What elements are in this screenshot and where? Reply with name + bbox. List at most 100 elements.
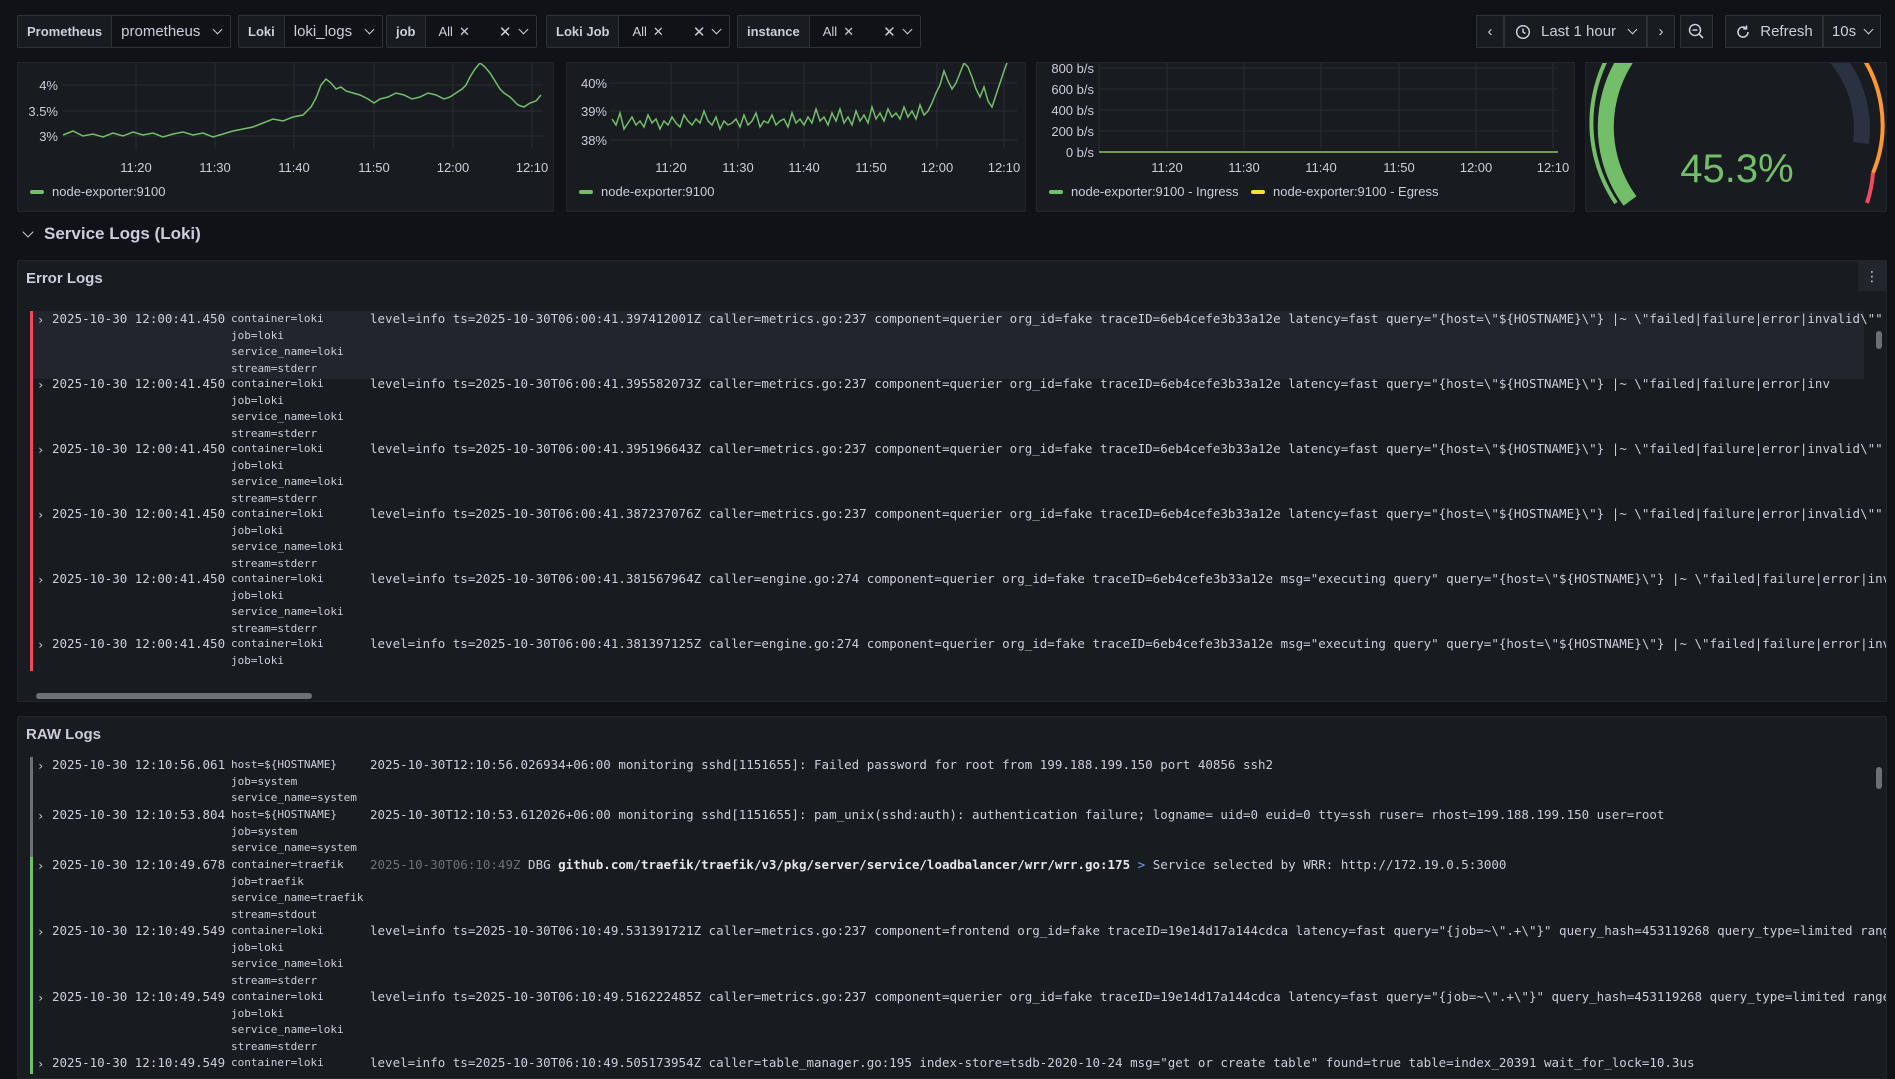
log-label: container=loki <box>231 572 324 585</box>
chip-remove-icon[interactable]: ✕ <box>843 24 854 40</box>
log-message: level=info ts=2025-10-30T06:10:49.531391… <box>370 923 1886 938</box>
time-range-picker[interactable]: Last 1 hour <box>1504 15 1647 48</box>
cpu-x-tick: 11:30 <box>199 160 231 175</box>
vertical-scrollbar[interactable] <box>1876 331 1882 349</box>
log-message-level: DBG <box>528 857 551 872</box>
log-row[interactable]: › 2025-10-30 12:10:49.678 container=traefi… <box>30 857 1864 925</box>
expand-chevron-icon[interactable]: › <box>37 808 44 825</box>
log-row[interactable]: › 2025-10-30 12:00:41.450 container=loki jo… <box>30 636 1886 671</box>
log-label: stream=stderr <box>231 1039 318 1053</box>
log-timestamp: 2025-10-30 12:10:56.061 <box>52 757 226 772</box>
error-logs-panel: Error Logs ⋮ › 2025-10-30 12:00:41.450 con… <box>17 260 1887 702</box>
vertical-scrollbar[interactable] <box>1876 767 1882 789</box>
log-level-bar <box>30 807 33 859</box>
log-label: container=traefik <box>231 858 344 871</box>
network-x-tick: 12:00 <box>1460 160 1493 175</box>
log-row[interactable]: › 2025-10-30 12:00:41.450 container=loki jo… <box>30 441 1886 509</box>
log-timestamp: 2025-10-30 12:10:49.549 <box>52 923 226 938</box>
memory-y-tick: 38% <box>581 133 607 148</box>
loki-job-chip-value: All <box>632 24 647 39</box>
memory-x-tick: 12:10 <box>988 160 1021 175</box>
chip-remove-icon[interactable]: ✕ <box>459 24 470 40</box>
instance-select[interactable]: All ✕ ✕ <box>809 16 920 47</box>
memory-x-tick: 11:40 <box>788 160 820 175</box>
log-labels: host=${HOSTNAME} job=system service_name=s… <box>231 807 357 857</box>
clear-icon[interactable]: ✕ <box>499 23 512 41</box>
log-label: container=loki <box>231 990 324 1003</box>
legend-swatch <box>30 189 44 194</box>
refresh-button[interactable]: Refresh <box>1725 15 1823 48</box>
log-label: service_name=loki <box>231 605 344 618</box>
log-message: level=info ts=2025-10-30T06:00:41.387237… <box>370 506 1886 521</box>
chevron-left-icon: ‹ <box>1487 23 1493 40</box>
time-forward-button[interactable]: › <box>1647 15 1675 48</box>
log-message: level=info ts=2025-10-30T06:00:41.381397… <box>370 636 1886 651</box>
expand-chevron-icon[interactable]: › <box>37 924 44 941</box>
log-timestamp: 2025-10-30 12:00:41.450 <box>52 506 226 521</box>
log-label: stream=stderr <box>231 426 318 440</box>
memory-x-tick: 11:50 <box>855 160 887 175</box>
loki-job-variable: Loki Job All ✕ ✕ <box>546 15 731 48</box>
log-row[interactable]: › 2025-10-30 12:00:41.450 container=loki jo… <box>30 376 1864 444</box>
time-back-button[interactable]: ‹ <box>1476 15 1504 48</box>
instance-variable: instance All ✕ ✕ <box>737 15 921 48</box>
log-message-arrow: > <box>1137 857 1146 872</box>
clear-icon[interactable]: ✕ <box>693 23 706 41</box>
network-legend-egress[interactable]: node-exporter:9100 - Egress <box>1251 184 1438 199</box>
log-row[interactable]: › 2025-10-30 12:10:49.549 container=loki jo… <box>30 923 1886 991</box>
network-y-tick: 600 b/s <box>1051 82 1094 97</box>
zoom-out-button[interactable] <box>1680 15 1713 48</box>
log-timestamp: 2025-10-30 12:00:41.450 <box>52 376 226 391</box>
expand-chevron-icon[interactable]: › <box>37 990 44 1007</box>
log-row[interactable]: › 2025-10-30 12:10:49.549 container=loki le… <box>30 1055 1864 1074</box>
expand-chevron-icon[interactable]: › <box>37 1056 44 1073</box>
log-label: service_name=traefik <box>231 891 364 904</box>
chip-remove-icon[interactable]: ✕ <box>653 24 664 40</box>
expand-chevron-icon[interactable]: › <box>37 572 44 589</box>
log-message: level=info ts=2025-10-30T06:10:49.516222… <box>370 989 1886 1004</box>
log-level-bar <box>30 857 33 925</box>
chevron-down-icon <box>518 24 528 35</box>
refresh-interval-select[interactable]: 10s <box>1823 15 1881 48</box>
prometheus-variable: Prometheus prometheus <box>17 15 232 48</box>
log-row[interactable]: › 2025-10-30 12:10:56.061 host=${HOSTNAME}… <box>30 757 1864 809</box>
expand-chevron-icon[interactable]: › <box>37 758 44 775</box>
log-message: level=info ts=2025-10-30T06:10:49.505173… <box>370 1055 1695 1070</box>
row-title: Service Logs (Loki) <box>44 224 201 243</box>
network-y-tick: 200 b/s <box>1051 124 1094 139</box>
job-select[interactable]: All ✕ ✕ <box>425 16 536 47</box>
log-label: job=loki <box>231 588 284 602</box>
expand-chevron-icon[interactable]: › <box>37 507 44 524</box>
cpu-legend[interactable]: node-exporter:9100 <box>30 184 165 199</box>
log-label: container=loki <box>231 377 324 390</box>
log-level-bar <box>30 989 33 1057</box>
expand-chevron-icon[interactable]: › <box>37 442 44 459</box>
memory-x-tick: 11:30 <box>722 160 754 175</box>
clear-icon[interactable]: ✕ <box>883 23 896 41</box>
network-grid <box>1098 63 1558 152</box>
log-row[interactable]: › 2025-10-30 12:00:41.450 container=loki jo… <box>30 311 1886 379</box>
cpu-legend-label: node-exporter:9100 <box>52 184 166 199</box>
log-label: host=${HOSTNAME} <box>231 758 337 771</box>
expand-chevron-icon[interactable]: › <box>37 377 44 394</box>
expand-chevron-icon[interactable]: › <box>37 858 44 875</box>
log-label: service_name=loki <box>231 345 344 358</box>
expand-chevron-icon[interactable]: › <box>37 637 44 654</box>
log-row[interactable]: › 2025-10-30 12:00:41.450 container=loki jo… <box>30 571 1886 639</box>
memory-legend[interactable]: node-exporter:9100 <box>579 184 714 199</box>
log-row[interactable]: › 2025-10-30 12:00:41.450 container=loki jo… <box>30 506 1886 574</box>
network-legend-egress-label: node-exporter:9100 - Egress <box>1273 184 1439 199</box>
loki-job-select[interactable]: All ✕ ✕ <box>619 16 730 47</box>
cpu-x-tick: 12:00 <box>437 160 470 175</box>
network-legend-ingress[interactable]: node-exporter:9100 - Ingress <box>1049 184 1239 199</box>
loki-datasource-select[interactable]: loki_logs <box>284 16 382 47</box>
service-logs-row[interactable]: Service Logs (Loki) <box>22 224 201 244</box>
prometheus-datasource-select[interactable]: prometheus <box>112 16 231 47</box>
log-row[interactable]: › 2025-10-30 12:10:49.549 container=loki jo… <box>30 989 1886 1057</box>
expand-chevron-icon[interactable]: › <box>37 312 44 329</box>
horizontal-scrollbar[interactable] <box>36 693 312 699</box>
log-label: stream=stdout <box>231 907 318 921</box>
log-label: job=loki <box>231 328 284 342</box>
log-row[interactable]: › 2025-10-30 12:10:53.804 host=${HOSTNAME}… <box>30 807 1864 859</box>
log-message: level=info ts=2025-10-30T06:00:41.397412… <box>370 311 1886 326</box>
